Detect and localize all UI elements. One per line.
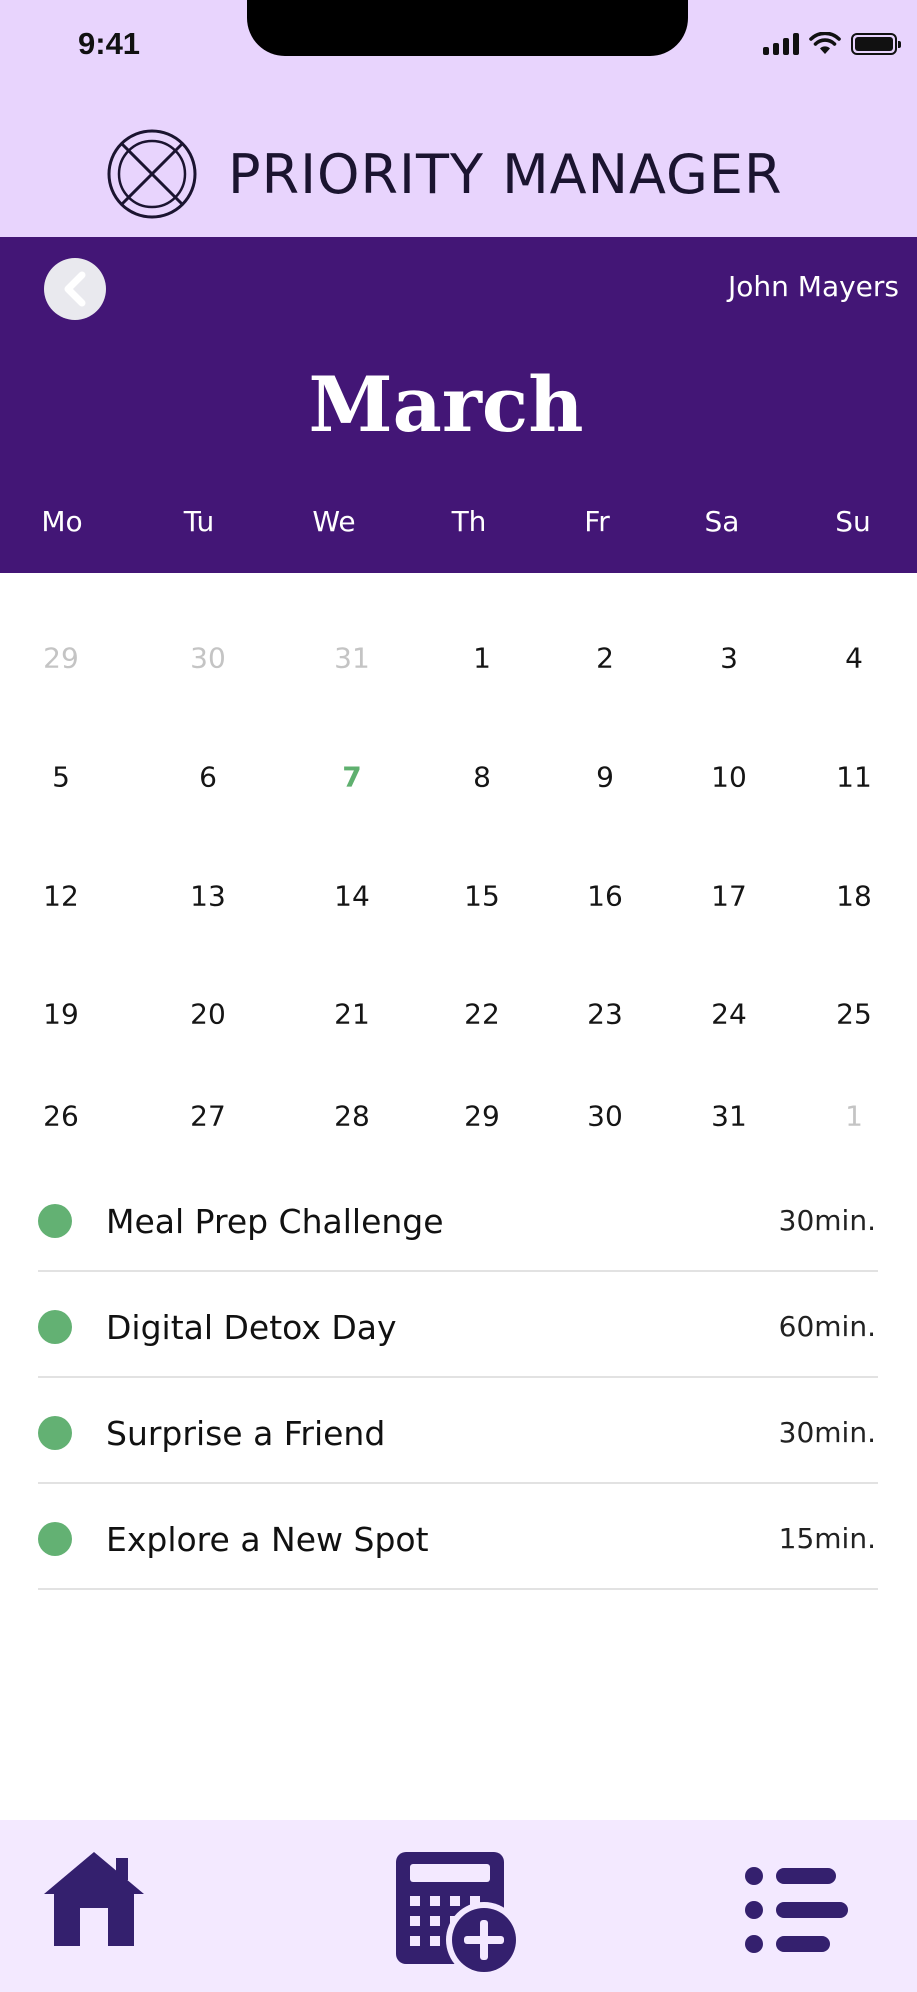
calendar-day[interactable]: 2 bbox=[596, 642, 614, 675]
calendar-day[interactable]: 30 bbox=[587, 1100, 623, 1133]
calendar-day[interactable]: 15 bbox=[464, 880, 500, 913]
device-notch bbox=[247, 0, 688, 56]
battery-icon bbox=[851, 33, 901, 55]
calendar-day[interactable]: 19 bbox=[43, 998, 79, 1031]
calendar-day[interactable]: 29 bbox=[464, 1100, 500, 1133]
task-item[interactable]: Explore a New Spot 15min. bbox=[38, 1484, 878, 1590]
calendar-day[interactable]: 14 bbox=[334, 880, 370, 913]
calendar-day[interactable]: 26 bbox=[43, 1100, 79, 1133]
calendar-day[interactable]: 31 bbox=[334, 642, 370, 675]
calendar-day[interactable]: 16 bbox=[587, 880, 623, 913]
task-status-dot bbox=[38, 1204, 72, 1238]
calendar-add-icon bbox=[396, 1852, 522, 1978]
back-button[interactable] bbox=[44, 258, 106, 320]
list-icon bbox=[745, 1867, 848, 1953]
calendar-day[interactable]: 8 bbox=[473, 761, 491, 794]
task-duration: 15min. bbox=[778, 1522, 876, 1555]
nav-add-event-button[interactable] bbox=[392, 1848, 522, 1978]
calendar-day[interactable]: 30 bbox=[190, 642, 226, 675]
cellular-signal-icon bbox=[763, 33, 799, 55]
nav-list-button[interactable] bbox=[740, 1864, 852, 1956]
task-duration: 60min. bbox=[778, 1310, 876, 1343]
calendar-day[interactable]: 6 bbox=[199, 761, 217, 794]
task-status-dot bbox=[38, 1522, 72, 1556]
brand: PRIORITY MANAGER bbox=[106, 128, 783, 220]
weekday-label: Mo bbox=[41, 505, 83, 538]
task-title: Explore a New Spot bbox=[106, 1520, 429, 1559]
task-duration: 30min. bbox=[778, 1204, 876, 1237]
app-title: PRIORITY MANAGER bbox=[228, 142, 783, 206]
calendar-day[interactable]: 12 bbox=[43, 880, 79, 913]
calendar-day[interactable]: 24 bbox=[711, 998, 747, 1031]
weekday-label: Fr bbox=[584, 505, 610, 538]
weekday-label: Tu bbox=[183, 505, 215, 538]
task-title: Meal Prep Challenge bbox=[106, 1202, 444, 1241]
calendar-day[interactable]: 1 bbox=[845, 1100, 863, 1133]
task-item[interactable]: Digital Detox Day 60min. bbox=[38, 1272, 878, 1378]
calendar-day[interactable]: 18 bbox=[836, 880, 872, 913]
weekday-row: Mo Tu We Th Fr Sa Su bbox=[0, 505, 917, 545]
calendar-day[interactable]: 17 bbox=[711, 880, 747, 913]
status-time: 9:41 bbox=[78, 26, 141, 61]
calendar-day[interactable]: 4 bbox=[845, 642, 863, 675]
calendar-day[interactable]: 23 bbox=[587, 998, 623, 1031]
status-icons bbox=[763, 32, 901, 56]
chevron-left-icon bbox=[64, 271, 86, 307]
task-status-dot bbox=[38, 1310, 72, 1344]
calendar-day[interactable]: 20 bbox=[190, 998, 226, 1031]
weekday-label: Sa bbox=[704, 505, 740, 538]
calendar-day[interactable]: 21 bbox=[334, 998, 370, 1031]
calendar-day[interactable]: 25 bbox=[836, 998, 872, 1031]
weekday-label: Su bbox=[835, 505, 871, 538]
app-header: 9:41 PRIORITY MANAGER bbox=[0, 0, 917, 237]
task-status-dot bbox=[38, 1416, 72, 1450]
task-item[interactable]: Surprise a Friend 30min. bbox=[38, 1378, 878, 1484]
task-title: Surprise a Friend bbox=[106, 1414, 386, 1453]
calendar-day[interactable]: 22 bbox=[464, 998, 500, 1031]
user-name[interactable]: John Mayers bbox=[728, 270, 899, 303]
task-item[interactable]: Meal Prep Challenge 30min. bbox=[38, 1166, 878, 1272]
calendar-day[interactable]: 27 bbox=[190, 1100, 226, 1133]
calendar-day[interactable]: 13 bbox=[190, 880, 226, 913]
app-screen: 9:41 PRIORITY MANAGER John Mayers March … bbox=[0, 0, 917, 1992]
calendar-day[interactable]: 1 bbox=[473, 642, 491, 675]
task-list: Meal Prep Challenge 30min. Digital Detox D… bbox=[38, 1166, 878, 1590]
calendar-day[interactable]: 3 bbox=[720, 642, 738, 675]
priority-logo-icon bbox=[107, 129, 197, 219]
task-title: Digital Detox Day bbox=[106, 1308, 397, 1347]
wifi-icon bbox=[809, 32, 841, 54]
task-duration: 30min. bbox=[778, 1416, 876, 1449]
weekday-label: Th bbox=[451, 505, 487, 538]
calendar-day[interactable]: 29 bbox=[43, 642, 79, 675]
calendar-day[interactable]: 11 bbox=[836, 761, 872, 794]
calendar-day[interactable]: 10 bbox=[711, 761, 747, 794]
calendar-day[interactable]: 31 bbox=[711, 1100, 747, 1133]
nav-home-button[interactable] bbox=[40, 1844, 148, 1952]
calendar-day[interactable]: 5 bbox=[52, 761, 70, 794]
calendar-day[interactable]: 28 bbox=[334, 1100, 370, 1133]
calendar-day-today[interactable]: 7 bbox=[342, 761, 361, 794]
calendar-day[interactable]: 9 bbox=[596, 761, 614, 794]
weekday-label: We bbox=[312, 505, 356, 538]
bottom-nav bbox=[0, 1820, 917, 1992]
month-title: March bbox=[308, 360, 584, 449]
home-icon bbox=[44, 1852, 144, 1946]
